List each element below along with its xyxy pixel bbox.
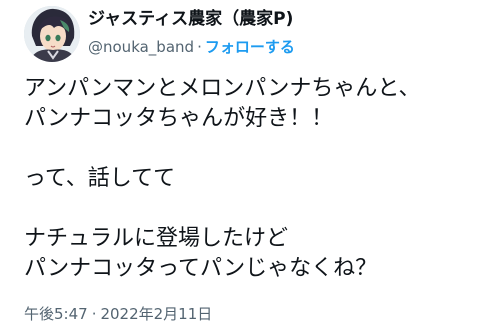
display-name[interactable]: ジャスティス農家（農家P) <box>88 8 468 30</box>
handle-separator: · <box>197 38 202 56</box>
handle-row: @nouka_band · フォローする <box>88 37 468 57</box>
tweet-timestamp[interactable]: 午後5:47 · 2022年2月11日 <box>24 304 212 324</box>
tweet-card: ジャスティス農家（農家P) @nouka_band · フォローする アンパンマンと… <box>0 0 480 334</box>
avatar-illustration <box>24 6 80 62</box>
tweet-date: 2022年2月11日 <box>100 305 213 323</box>
user-handle[interactable]: @nouka_band <box>88 38 194 56</box>
timestamp-separator: · <box>91 305 97 323</box>
follow-button[interactable]: フォローする <box>205 38 295 56</box>
tweet-text: アンパンマンとメロンパンナちゃんと、 パンナコッタちゃんが好き！！ って、話して… <box>24 76 421 281</box>
tweet-time: 午後5:47 <box>24 305 88 323</box>
tweet-header: ジャスティス農家（農家P) @nouka_band · フォローする <box>24 6 464 62</box>
avatar[interactable] <box>24 6 80 62</box>
user-names: ジャスティス農家（農家P) @nouka_band · フォローする <box>88 8 468 57</box>
